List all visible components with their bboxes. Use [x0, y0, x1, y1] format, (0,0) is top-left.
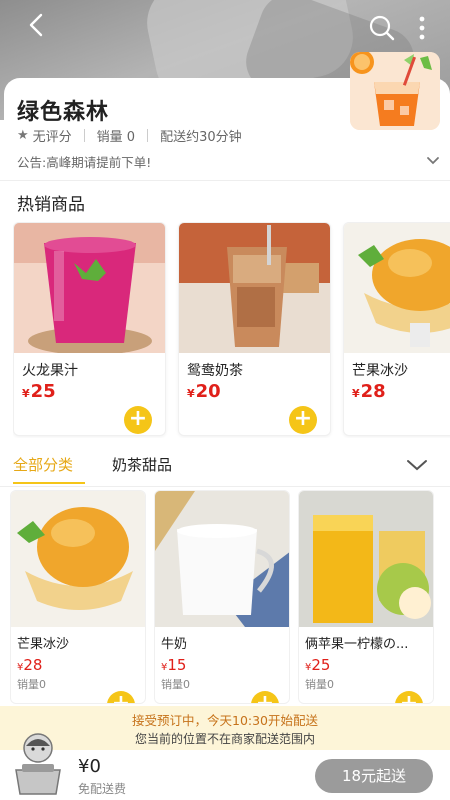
star-icon: ★ — [17, 128, 29, 143]
product-sold-count: 销量0 — [17, 678, 46, 691]
store-logo — [350, 52, 440, 130]
product-card[interactable]: 俩苹果一柠檬の... ¥25 销量0 + — [298, 490, 434, 704]
chevron-down-icon[interactable] — [426, 154, 440, 168]
price-value: 25 — [311, 656, 331, 674]
price-value: 28 — [23, 656, 43, 674]
hot-products-row[interactable]: 火龙果汁 ¥25 + 鸳鸯奶茶 ¥20 + 芒果冰沙 ¥28 — [13, 222, 450, 438]
store-sales: 销量 0 — [96, 130, 136, 145]
cart-total: ¥0 — [78, 756, 101, 777]
divider — [147, 129, 149, 142]
product-name: 牛奶 — [161, 637, 188, 652]
hot-section-title: 热销商品 — [17, 195, 85, 215]
product-name: 俩苹果一柠檬の... — [305, 637, 409, 652]
divider — [0, 486, 450, 487]
tab-all-categories[interactable]: 全部分类 — [13, 454, 73, 475]
divider — [83, 129, 85, 142]
cart-bar: ¥0 免配送费 18元起送 — [0, 733, 450, 800]
store-notice: 公告:高峰期请提前下单! — [17, 155, 152, 170]
price-value: 15 — [167, 656, 187, 674]
hot-product-card[interactable]: 火龙果汁 ¥25 + — [13, 222, 166, 436]
product-card[interactable]: 芒果冰沙 ¥28 销量0 + — [10, 490, 146, 704]
product-image — [11, 491, 145, 627]
price-value: 28 — [360, 381, 386, 402]
tab-milk-tea-desserts[interactable]: 奶茶甜品 — [112, 454, 172, 475]
delivery-time: 配送约30分钟 — [160, 130, 242, 145]
product-price: ¥28 — [17, 656, 42, 674]
add-to-cart-button[interactable]: + — [289, 406, 317, 434]
back-icon[interactable] — [22, 10, 52, 40]
divider — [0, 180, 450, 181]
product-sold-count: 销量0 — [305, 678, 334, 691]
store-name: 绿色森林 — [17, 100, 110, 125]
chevron-down-icon[interactable] — [406, 458, 428, 472]
out-of-range-notice: 您当前的位置不在商家配送范围内 — [134, 732, 315, 746]
hot-product-card[interactable]: 鸳鸯奶茶 ¥20 + — [178, 222, 331, 436]
search-icon[interactable] — [368, 14, 396, 42]
delivery-fee: 免配送费 — [78, 782, 127, 796]
store-rating: 无评分 — [32, 130, 72, 145]
product-price: ¥28 — [352, 381, 386, 402]
product-price: ¥25 — [22, 381, 56, 402]
product-image — [179, 223, 330, 353]
tab-underline — [13, 482, 85, 484]
hot-product-card[interactable]: 芒果冰沙 ¥28 — [343, 222, 450, 436]
product-price: ¥15 — [161, 656, 186, 674]
product-image — [344, 223, 450, 353]
product-name: 芒果冰沙 — [352, 363, 408, 379]
product-image — [155, 491, 289, 627]
currency-symbol: ¥ — [187, 387, 195, 400]
currency-symbol: ¥ — [22, 387, 30, 400]
cart-icon[interactable] — [12, 730, 64, 796]
product-name: 鸳鸯奶茶 — [187, 363, 243, 379]
product-image — [299, 491, 433, 627]
more-icon[interactable] — [412, 14, 432, 42]
category-tabs: 全部分类 奶茶甜品 — [0, 446, 450, 486]
product-price: ¥25 — [305, 656, 330, 674]
orange-drink-icon — [350, 52, 440, 130]
product-image — [14, 223, 165, 353]
add-to-cart-button[interactable]: + — [395, 691, 423, 703]
store-meta: ★ 无评分 销量 0 配送约30分钟 — [17, 126, 242, 145]
price-value: 25 — [30, 381, 56, 402]
checkout-button[interactable]: 18元起送 — [315, 759, 433, 793]
price-value: 20 — [195, 381, 221, 402]
add-to-cart-button[interactable]: + — [124, 406, 152, 434]
delivery-notice-bar: 接受预订中，今天10:30开始配送 您当前的位置不在商家配送范围内 — [0, 706, 450, 750]
add-to-cart-button[interactable]: + — [107, 691, 135, 703]
product-name: 芒果冰沙 — [17, 637, 70, 652]
product-price: ¥20 — [187, 381, 221, 402]
add-to-cart-button[interactable]: + — [251, 691, 279, 703]
product-card[interactable]: 牛奶 ¥15 销量0 + — [154, 490, 290, 704]
currency-symbol: ¥ — [352, 387, 360, 400]
product-name: 火龙果汁 — [22, 363, 78, 379]
preorder-notice: 接受预订中，今天10:30开始配送 — [131, 713, 319, 728]
product-sold-count: 销量0 — [161, 678, 190, 691]
